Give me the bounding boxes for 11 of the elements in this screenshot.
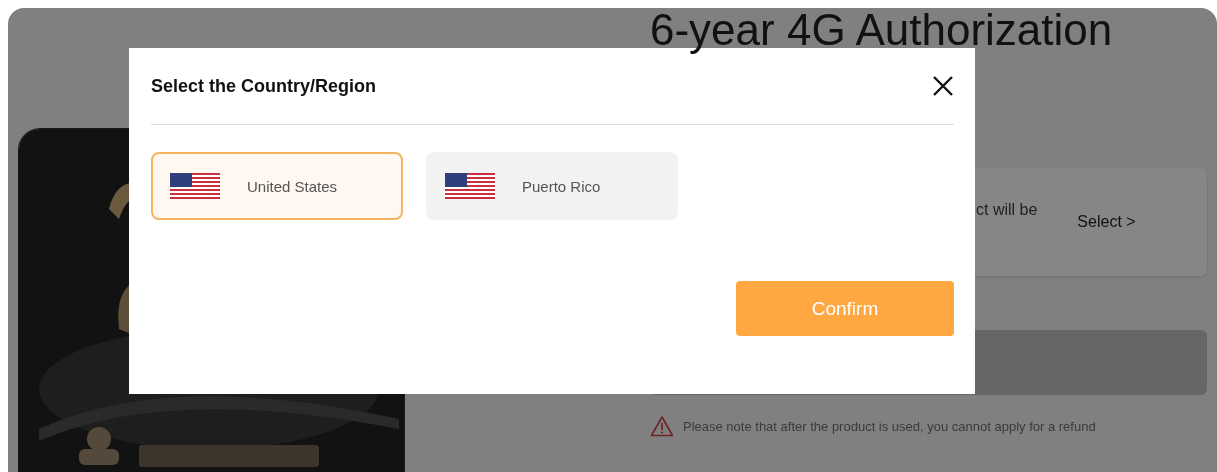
country-option[interactable]: Puerto Rico <box>426 152 678 220</box>
refund-notice: Please note that after the product is used, you cannot apply for a refund <box>683 418 1096 434</box>
page-title: 6-year 4G Authorization <box>650 8 1114 52</box>
dialog-title: Select the Country/Region <box>151 75 377 97</box>
flag-icon <box>170 173 220 199</box>
select-link[interactable]: Select > <box>1077 213 1136 231</box>
close-icon[interactable] <box>932 75 954 97</box>
country-option[interactable]: United States <box>151 152 403 220</box>
warning-icon <box>650 415 674 437</box>
flag-icon <box>445 173 495 199</box>
option-text: ct will be <box>976 201 1038 219</box>
